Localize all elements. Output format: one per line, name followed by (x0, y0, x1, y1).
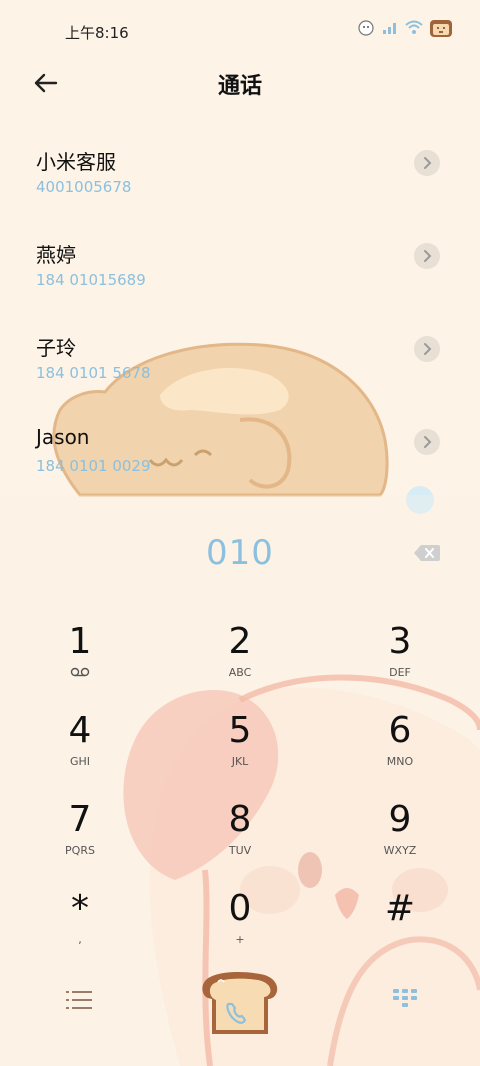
contact-name: 小米客服 (36, 150, 116, 174)
key-star[interactable]: * , (20, 887, 140, 967)
dial-keypad: 1 2 ABC 3 DEF 4 GHI 5 JKL 6 MNO 7 PQRS 8 (0, 620, 480, 960)
battery-toast-icon (430, 20, 452, 37)
key-digit: 1 (68, 621, 92, 662)
key-7[interactable]: 7 PQRS (20, 798, 140, 878)
key-letters: GHI (69, 755, 91, 768)
key-letters: PQRS (65, 844, 95, 857)
key-letters: + (235, 933, 245, 946)
dialer-screen: 上午8:16 通话 小米客服 4001005678 燕婷 184 0101568… (0, 0, 480, 1066)
chevron-right-icon[interactable] (414, 429, 440, 455)
key-digit: 9 (388, 799, 412, 840)
key-letters: TUV (228, 844, 252, 857)
dialpad-icon[interactable] (390, 987, 420, 1013)
key-letters: , (78, 933, 82, 946)
contact-name: 燕婷 (36, 243, 76, 267)
key-3[interactable]: 3 DEF (340, 620, 460, 700)
key-2[interactable]: 2 ABC (180, 620, 300, 700)
key-digit: 8 (228, 799, 252, 840)
key-6[interactable]: 6 MNO (340, 709, 460, 789)
notification-icon (358, 20, 374, 36)
key-digit: 3 (388, 621, 412, 662)
toast-phone-icon[interactable] (198, 968, 282, 1038)
status-icons (356, 16, 454, 38)
voicemail-icon (70, 667, 90, 677)
contact-number: 184 01015689 (36, 271, 146, 289)
top-bar: 通话 (0, 60, 480, 106)
contact-item[interactable]: 小米客服 4001005678 (0, 130, 480, 210)
chevron-right-icon[interactable] (414, 336, 440, 362)
chevron-right-icon[interactable] (414, 150, 440, 176)
key-hash[interactable]: # (340, 887, 460, 967)
status-bar: 上午8:16 (0, 0, 480, 60)
key-0[interactable]: 0 + (180, 887, 300, 967)
bottom-action-bar (0, 965, 480, 1045)
key-letters: ABC (228, 666, 252, 679)
contact-item[interactable]: Jason 184 0101 0029 (0, 409, 480, 489)
key-digit: 4 (68, 710, 92, 751)
key-5[interactable]: 5 JKL (180, 709, 300, 789)
contact-item[interactable]: 子玲 184 0101 5678 (0, 316, 480, 396)
key-letters: JKL (231, 755, 249, 768)
key-4[interactable]: 4 GHI (20, 709, 140, 789)
key-digit: 5 (228, 710, 252, 751)
contact-number: 184 0101 0029 (36, 457, 151, 475)
chevron-right-icon[interactable] (414, 243, 440, 269)
menu-list-icon[interactable] (64, 987, 94, 1013)
key-digit: 2 (228, 621, 252, 662)
key-8[interactable]: 8 TUV (180, 798, 300, 878)
contact-name: 子玲 (36, 336, 76, 360)
key-digit: * (71, 888, 89, 929)
dialed-number-display[interactable]: 010 (0, 533, 480, 573)
key-letters: WXYZ (383, 844, 417, 857)
key-digit: 7 (68, 799, 92, 840)
backspace-icon[interactable] (414, 544, 440, 562)
contact-item[interactable]: 燕婷 184 01015689 (0, 223, 480, 303)
key-digit: 6 (388, 710, 412, 751)
key-letters: MNO (386, 755, 414, 768)
contact-name: Jason (36, 425, 90, 449)
key-letters: DEF (389, 666, 411, 679)
key-1[interactable]: 1 (20, 620, 140, 700)
contact-number: 4001005678 (36, 178, 132, 196)
wifi-icon (405, 20, 423, 34)
key-digit: # (384, 888, 416, 929)
page-title: 通话 (217, 74, 262, 99)
signal-icon (383, 23, 396, 34)
key-9[interactable]: 9 WXYZ (340, 798, 460, 878)
key-digit: 0 (228, 888, 252, 929)
contact-number: 184 0101 5678 (36, 364, 151, 382)
status-time: 上午8:16 (65, 24, 129, 42)
